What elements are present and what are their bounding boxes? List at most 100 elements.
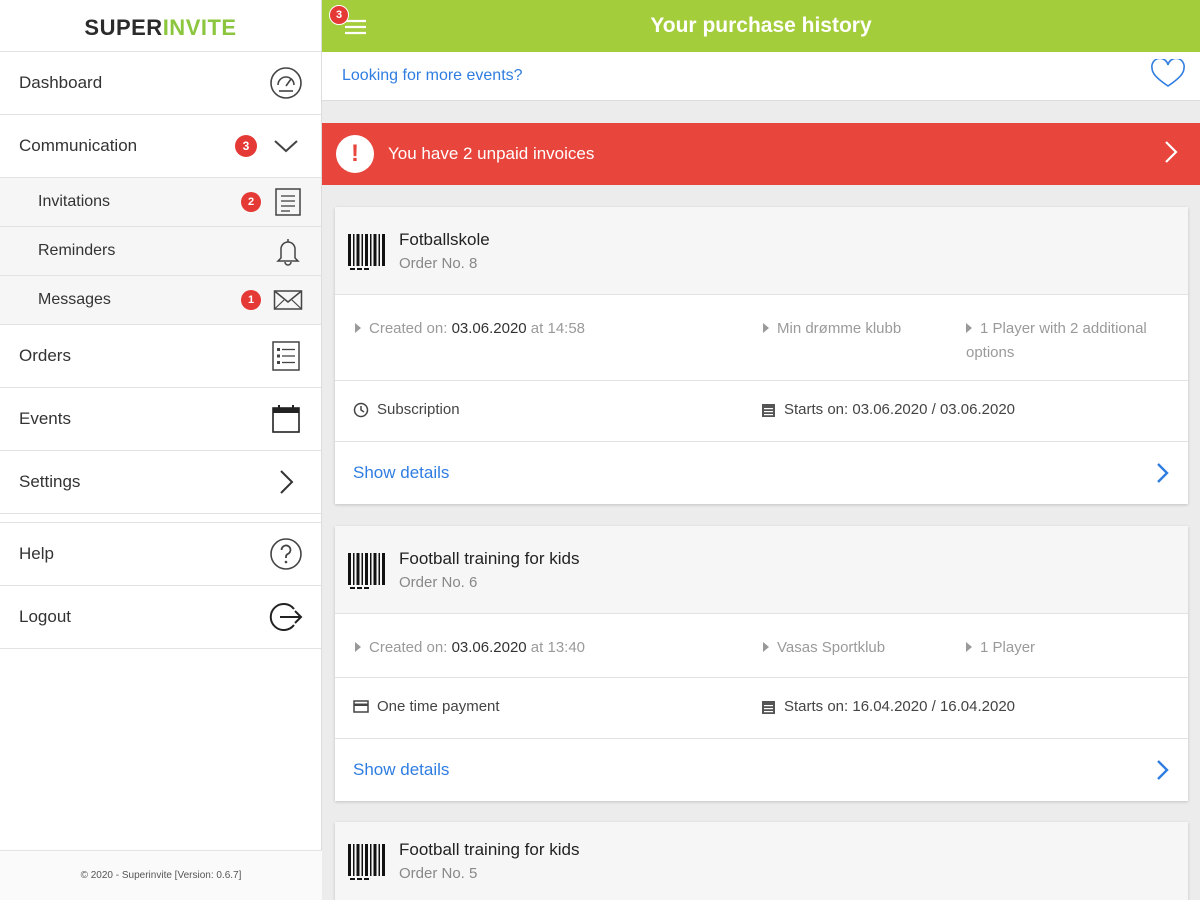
sidebar-item-communication[interactable]: Communication 3	[0, 115, 321, 178]
sidebar-item-reminders[interactable]: Reminders	[0, 227, 321, 276]
show-details-row[interactable]: Show details	[335, 739, 1188, 801]
players-text: 1 Player with 2 additional options	[966, 320, 1147, 361]
menu-badge: 3	[329, 5, 349, 25]
order-card-header: Fotballskole Order No. 8	[335, 207, 1188, 295]
created-label: Created on:	[369, 639, 452, 656]
order-players: 1 Player with 2 additional options	[966, 317, 1178, 365]
card-icon	[353, 699, 369, 713]
bell-icon	[271, 234, 305, 268]
sidebar-item-events[interactable]: Events	[0, 388, 321, 451]
sidebar-item-logout[interactable]: Logout	[0, 586, 321, 649]
caret-icon	[763, 323, 769, 333]
order-info-row: Created on: 03.06.2020 at 14:58 Min drøm…	[335, 295, 1188, 381]
communication-badge: 3	[235, 135, 257, 157]
show-details-link[interactable]: Show details	[353, 463, 1154, 483]
order-payment-type: Subscription	[353, 401, 460, 418]
logo-text-invite: INVITE	[162, 14, 237, 40]
top-bar: 3 Your purchase history	[322, 0, 1200, 52]
order-title: Fotballskole	[399, 229, 490, 249]
order-number: Order No. 8	[399, 254, 478, 272]
order-card-header: Football training for kids Order No. 5	[335, 822, 1188, 900]
order-club: Min drømme klubb	[763, 317, 901, 341]
app-logo[interactable]: SUPER INVITE	[0, 0, 321, 52]
order-created: Created on: 03.06.2020 at 13:40	[355, 636, 585, 660]
club-name: Vasas Sportklub	[777, 639, 886, 656]
list-icon	[269, 339, 303, 373]
order-start-date: Starts on: 16.04.2020 / 16.04.2020	[761, 698, 1015, 715]
more-events-link[interactable]: Looking for more events?	[342, 67, 1150, 85]
caret-icon	[966, 642, 972, 652]
barcode-icon	[348, 844, 385, 880]
chevron-right-icon	[1157, 760, 1169, 780]
invitations-badge: 2	[241, 192, 261, 212]
sidebar-item-dashboard[interactable]: Dashboard	[0, 52, 321, 115]
created-date: 03.06.2020	[451, 639, 527, 656]
unpaid-invoices-alert[interactable]: ! You have 2 unpaid invoices	[322, 123, 1200, 185]
order-payment-type: One time payment	[353, 698, 500, 715]
chevron-down-icon	[269, 129, 303, 163]
dashboard-icon	[269, 66, 303, 100]
sidebar-item-orders[interactable]: Orders	[0, 325, 321, 388]
calendar-small-icon	[762, 700, 775, 714]
document-icon	[271, 185, 305, 219]
sidebar-item-label: Reminders	[38, 242, 116, 259]
payment-type: Subscription	[377, 401, 460, 418]
order-number: Order No. 5	[399, 865, 478, 882]
order-created: Created on: 03.06.2020 at 14:58	[355, 317, 585, 341]
sidebar-item-label: Dashboard	[19, 73, 103, 92]
sidebar-item-messages[interactable]: Messages 1	[0, 276, 321, 325]
order-card: Fotballskole Order No. 8 Created on: 03.…	[335, 207, 1188, 504]
created-label: Created on:	[369, 320, 452, 337]
sidebar-item-label: Events	[19, 409, 71, 428]
sidebar-divider	[0, 514, 321, 523]
order-info-row: Created on: 03.06.2020 at 13:40 Vasas Sp…	[335, 614, 1188, 678]
caret-icon	[355, 323, 361, 333]
sidebar-item-label: Messages	[38, 291, 111, 308]
logo-text-super: SUPER	[84, 14, 163, 40]
order-players: 1 Player	[966, 636, 1178, 660]
sidebar-item-settings[interactable]: Settings	[0, 451, 321, 514]
sidebar: SUPER INVITE Dashboard Communication 3 In…	[0, 0, 322, 900]
barcode-icon	[348, 552, 385, 589]
sidebar-item-label: Invitations	[38, 193, 111, 210]
created-date: 03.06.2020	[451, 320, 527, 337]
order-club: Vasas Sportklub	[763, 636, 885, 660]
sidebar-item-label: Settings	[19, 472, 81, 491]
players-text: 1 Player	[980, 639, 1036, 656]
events-bar: Looking for more events?	[322, 52, 1200, 101]
order-payment-row: Subscription Starts on: 03.06.2020 / 03.…	[335, 381, 1188, 442]
show-details-row[interactable]: Show details	[335, 442, 1188, 504]
payment-type: One time payment	[377, 698, 500, 715]
created-time: at 13:40	[526, 639, 586, 656]
heart-icon[interactable]	[1150, 57, 1186, 94]
start-date-text: Starts on: 03.06.2020 / 03.06.2020	[784, 401, 1016, 418]
order-card-header: Football training for kids Order No. 6	[335, 526, 1188, 614]
chevron-right-icon	[1162, 138, 1180, 171]
caret-icon	[355, 642, 361, 652]
alert-text: You have 2 unpaid invoices	[388, 144, 595, 163]
sidebar-item-label: Communication	[19, 136, 138, 155]
order-card: Football training for kids Order No. 6 C…	[335, 526, 1188, 801]
order-number: Order No. 6	[399, 573, 478, 591]
sidebar-footer: © 2020 - Superinvite [Version: 0.6.7]	[0, 850, 322, 900]
logout-icon	[269, 600, 303, 634]
sidebar-item-invitations[interactable]: Invitations 2	[0, 178, 321, 227]
sidebar-item-help[interactable]: Help	[0, 523, 321, 586]
clock-icon	[353, 402, 369, 417]
sidebar-item-label: Help	[19, 544, 54, 563]
caret-icon	[966, 323, 972, 333]
order-title: Football training for kids	[399, 840, 580, 859]
help-icon	[269, 537, 303, 571]
exclamation-icon: !	[336, 135, 374, 173]
order-card: Football training for kids Order No. 5	[335, 822, 1188, 900]
show-details-link[interactable]: Show details	[353, 760, 1154, 780]
calendar-icon	[269, 402, 303, 436]
envelope-icon	[271, 283, 305, 317]
chevron-right-icon	[269, 465, 303, 499]
messages-badge: 1	[241, 290, 261, 310]
order-title: Football training for kids	[399, 548, 580, 568]
page-title: Your purchase history	[650, 14, 872, 37]
order-start-date: Starts on: 03.06.2020 / 03.06.2020	[761, 401, 1015, 418]
order-payment-row: One time payment Starts on: 16.04.2020 /…	[335, 678, 1188, 739]
barcode-icon	[348, 233, 385, 270]
